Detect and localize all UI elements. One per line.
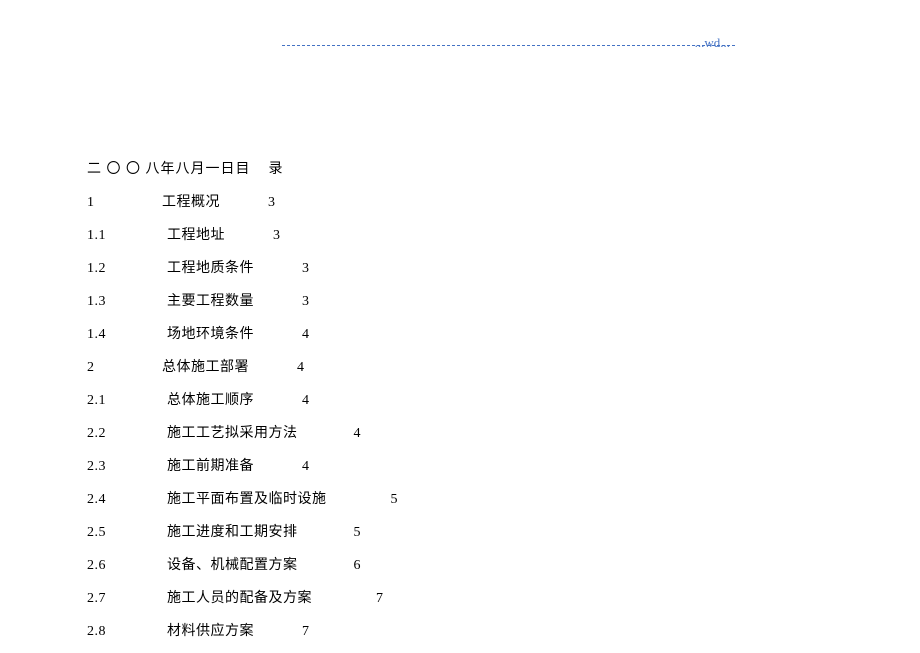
toc-list: 1工程概况 31.1工程地址 31.2工程地质条件 31.3主要工程数量 31.… [87, 191, 827, 640]
toc-row: 2总体施工部署 4 [87, 356, 827, 376]
toc-number: 1.2 [87, 261, 167, 277]
toc-label: 施工平面布置及临时设施 [167, 492, 327, 507]
header-label: ...wd... [282, 30, 735, 46]
toc-gap [327, 492, 391, 507]
title-date: 二 〇 〇 八年八月一日目 [87, 162, 251, 177]
toc-page: 3 [302, 294, 310, 309]
toc-page: 4 [302, 393, 310, 408]
toc-number: 2.6 [87, 558, 167, 574]
toc-row: 2.8材料供应方案 7 [87, 620, 827, 640]
toc-gap [220, 195, 268, 210]
toc-number: 2.7 [87, 591, 167, 607]
toc-label: 总体施工部署 [162, 360, 249, 375]
toc-number: 1 [87, 195, 162, 211]
toc-gap [249, 360, 297, 375]
toc-label: 施工前期准备 [167, 459, 254, 474]
toc-gap [254, 261, 302, 276]
toc-gap [298, 426, 354, 441]
toc-gap [254, 327, 302, 342]
toc-gap [254, 393, 302, 408]
title-line: 二 〇 〇 八年八月一日目 录 [87, 158, 827, 178]
toc-row: 1.1工程地址 3 [87, 224, 827, 244]
toc-number: 1.1 [87, 228, 167, 244]
toc-label: 施工工艺拟采用方法 [167, 426, 298, 441]
toc-row: 2.3施工前期准备 4 [87, 455, 827, 475]
content-area: 二 〇 〇 八年八月一日目录 1工程概况 31.1工程地址 31.2工程地质条件… [87, 158, 827, 653]
toc-row: 2.4施工平面布置及临时设施 5 [87, 488, 827, 508]
toc-gap [298, 525, 354, 540]
toc-row: 1.4场地环境条件 4 [87, 323, 827, 343]
toc-page: 7 [302, 624, 310, 639]
toc-row: 2.7施工人员的配备及方案 7 [87, 587, 827, 607]
toc-page: 4 [354, 426, 362, 441]
toc-number: 2.8 [87, 624, 167, 640]
title-lu: 录 [269, 162, 284, 177]
toc-label: 主要工程数量 [167, 294, 254, 309]
toc-page: 3 [268, 195, 276, 210]
toc-page: 3 [273, 228, 281, 243]
toc-page: 4 [297, 360, 305, 375]
toc-page: 5 [354, 525, 362, 540]
toc-number: 1.4 [87, 327, 167, 343]
toc-row: 2.2施工工艺拟采用方法 4 [87, 422, 827, 442]
toc-gap [254, 294, 302, 309]
toc-row: 2.5施工进度和工期安排 5 [87, 521, 827, 541]
toc-number: 2 [87, 360, 162, 376]
toc-label: 施工进度和工期安排 [167, 525, 298, 540]
toc-gap [312, 591, 376, 606]
toc-page: 7 [376, 591, 384, 606]
toc-label: 工程概况 [162, 195, 220, 210]
toc-label: 工程地质条件 [167, 261, 254, 276]
toc-gap [254, 459, 302, 474]
toc-row: 1.3主要工程数量 3 [87, 290, 827, 310]
toc-row: 1工程概况 3 [87, 191, 827, 211]
toc-number: 2.5 [87, 525, 167, 541]
toc-page: 3 [302, 261, 310, 276]
toc-label: 工程地址 [167, 228, 225, 243]
toc-label: 材料供应方案 [167, 624, 254, 639]
toc-page: 4 [302, 327, 310, 342]
toc-label: 场地环境条件 [167, 327, 254, 342]
toc-page: 5 [391, 492, 399, 507]
toc-row: 2.1总体施工顺序 4 [87, 389, 827, 409]
toc-gap [298, 558, 354, 573]
toc-number: 1.3 [87, 294, 167, 310]
toc-number: 2.1 [87, 393, 167, 409]
toc-number: 2.4 [87, 492, 167, 508]
toc-gap [225, 228, 273, 243]
toc-number: 2.2 [87, 426, 167, 442]
toc-number: 2.3 [87, 459, 167, 475]
toc-label: 设备、机械配置方案 [167, 558, 298, 573]
toc-page: 4 [302, 459, 310, 474]
toc-label: 施工人员的配备及方案 [167, 591, 312, 606]
toc-page: 6 [354, 558, 362, 573]
toc-label: 总体施工顺序 [167, 393, 254, 408]
toc-row: 2.6设备、机械配置方案 6 [87, 554, 827, 574]
toc-gap [254, 624, 302, 639]
toc-row: 1.2工程地质条件 3 [87, 257, 827, 277]
